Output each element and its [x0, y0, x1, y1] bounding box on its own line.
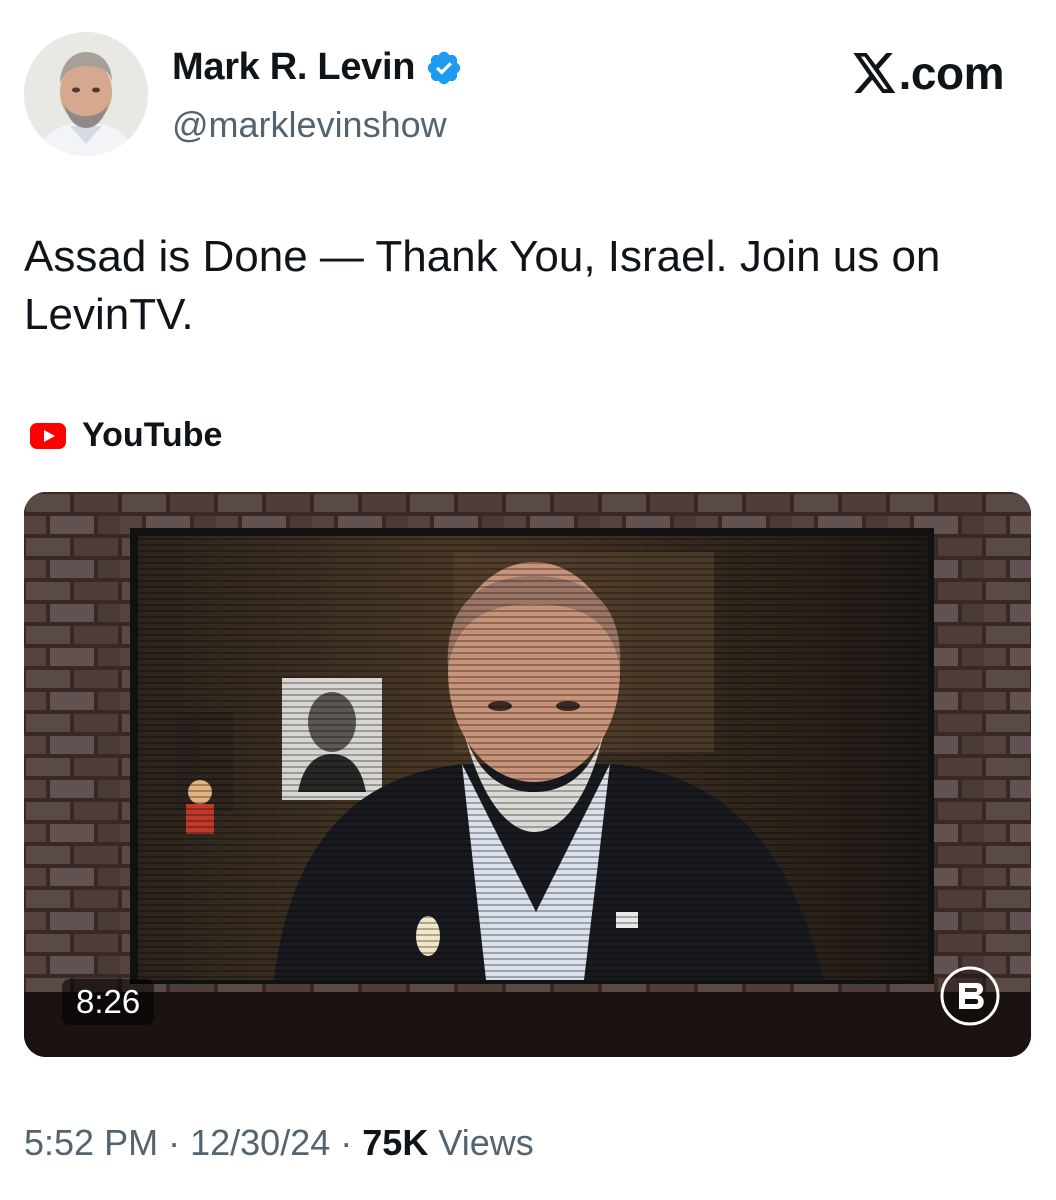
rumble-b-icon	[940, 966, 1000, 1026]
author-display-name[interactable]: Mark R. Levin	[172, 46, 415, 89]
meta-separator: ·	[340, 1122, 353, 1163]
author-handle[interactable]: @marklevinshow	[172, 104, 447, 146]
views-count: 75K	[362, 1122, 429, 1163]
link-source[interactable]: YouTube	[30, 416, 222, 455]
tweet-meta: 5:52 PM · 12/30/24 · 75K Views	[24, 1122, 534, 1164]
views-label: Views	[438, 1122, 534, 1163]
meta-separator: ·	[168, 1122, 181, 1163]
brand-label: .com	[898, 47, 1005, 99]
video-frame-image	[24, 492, 1031, 1057]
video-thumbnail[interactable]: 8:26	[24, 492, 1031, 1057]
youtube-icon	[30, 422, 66, 449]
tweet-time[interactable]: 5:52 PM	[24, 1122, 158, 1163]
link-source-label: YouTube	[82, 416, 223, 454]
author-avatar[interactable]	[24, 32, 148, 156]
tweet-text: Assad is Done — Thank You, Israel. Join …	[24, 232, 941, 339]
avatar-portrait	[24, 32, 148, 156]
x-logo-icon	[852, 53, 895, 93]
x-com-brand: .com	[852, 46, 1005, 100]
tweet-date[interactable]: 12/30/24	[190, 1122, 330, 1163]
tweet-header: Mark R. Levin @marklevinshow .com	[24, 32, 1034, 162]
video-duration: 8:26	[62, 979, 155, 1025]
verified-badge-icon	[427, 51, 461, 84]
name-row: Mark R. Levin	[172, 46, 463, 89]
